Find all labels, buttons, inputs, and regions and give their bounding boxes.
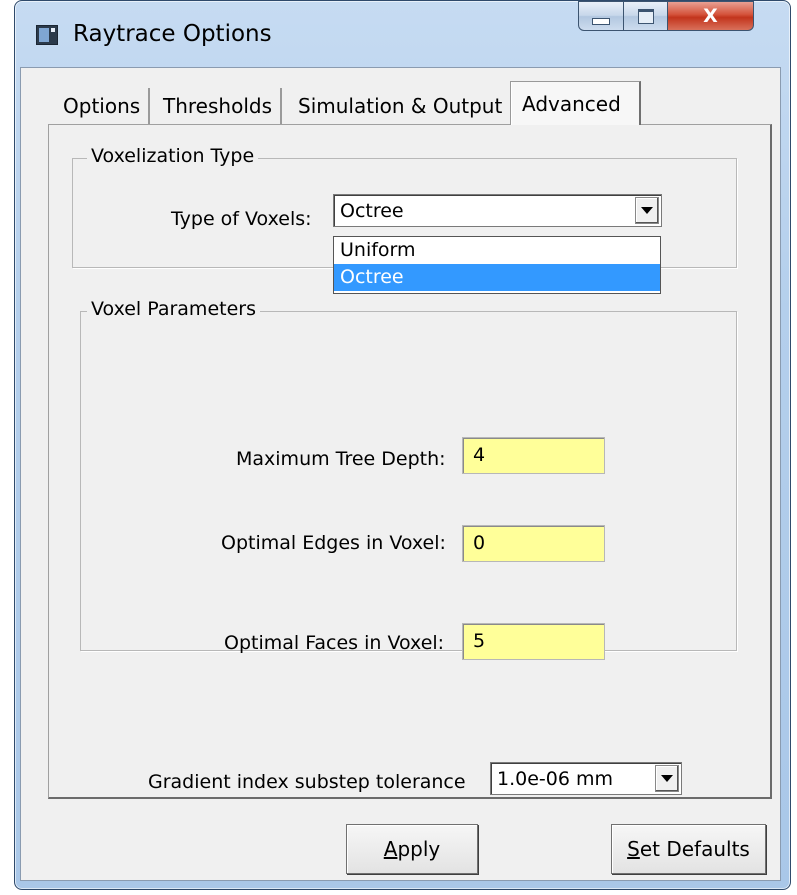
combo-value: Octree [340,200,404,222]
apply-label: pply [397,837,441,861]
maximize-button[interactable] [624,1,668,31]
close-icon: X [703,5,718,27]
gradient-tolerance-combo[interactable]: 1.0e-06 mm [490,762,682,795]
optimal-faces-field[interactable]: 5 [462,623,605,660]
max-tree-depth-field[interactable]: 4 [462,437,605,474]
combo-value: 1.0e-06 mm [497,768,613,790]
tab-simulation-output[interactable]: Simulation & Output [290,88,511,124]
minimize-button[interactable] [578,1,624,31]
minimize-icon [592,17,610,25]
tab-label: Thresholds [163,94,272,118]
apply-mnemonic: A [383,837,398,861]
optimal-edges-field[interactable]: 0 [462,525,605,562]
tab-advanced[interactable]: Advanced [510,81,641,125]
group-title: Voxelization Type [87,145,259,167]
max-tree-depth-label: Maximum Tree Depth: [236,448,446,470]
tab-label: Simulation & Output [298,94,503,118]
type-of-voxels-dropdown-list: Uniform Octree [333,236,661,294]
type-of-voxels-combo[interactable]: Octree [333,194,662,227]
tab-options[interactable]: Options [55,88,151,124]
window-title: Raytrace Options [73,21,272,47]
dropdown-option-uniform[interactable]: Uniform [334,237,660,264]
title-bar[interactable]: Raytrace Options X [15,1,790,69]
gradient-tolerance-label: Gradient index substep tolerance [148,771,466,793]
maximize-icon [637,8,654,24]
tab-label: Options [63,94,141,118]
voxel-parameters-group: Voxel Parameters [80,298,737,651]
caption-buttons: X [578,1,754,36]
dropdown-option-octree[interactable]: Octree [334,264,660,291]
close-button[interactable]: X [668,1,754,31]
app-icon[interactable] [36,25,58,45]
group-title: Voxel Parameters [87,298,260,320]
optimal-edges-label: Optimal Edges in Voxel: [221,532,446,554]
apply-button[interactable]: Apply [346,824,478,874]
set-defaults-mnemonic: S [627,837,640,861]
client-area: Options Thresholds Simulation & Output A… [20,67,781,881]
optimal-faces-label: Optimal Faces in Voxel: [224,632,445,654]
tab-label: Advanced [522,91,621,116]
dropdown-arrow-icon[interactable] [655,765,679,792]
type-of-voxels-label: Type of Voxels: [171,208,312,230]
dropdown-arrow-icon[interactable] [635,197,659,224]
set-defaults-button[interactable]: Set Defaults [611,824,766,874]
tab-thresholds[interactable]: Thresholds [155,88,282,124]
set-defaults-label: et Defaults [639,837,750,861]
